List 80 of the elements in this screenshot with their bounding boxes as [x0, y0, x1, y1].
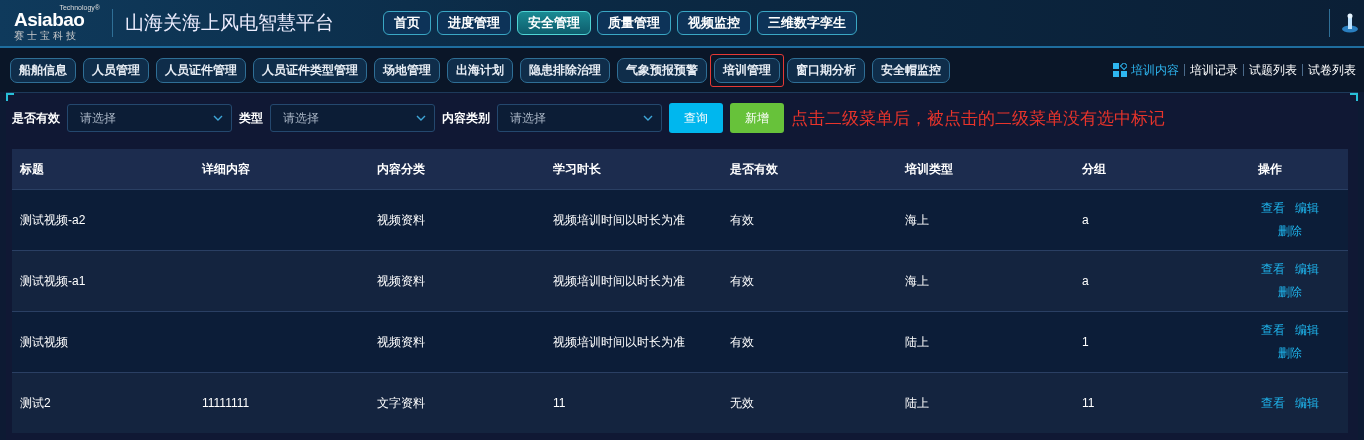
select-field[interactable]: 请选择 [67, 104, 232, 132]
table-cell: 1 [1082, 335, 1089, 349]
sub-nav-tab[interactable]: 人员管理 [82, 57, 149, 83]
column-header: 操作 [1257, 160, 1283, 178]
main-nav-tab[interactable]: 进度管理 [437, 11, 511, 35]
user-figure-icon[interactable] [1342, 13, 1358, 33]
chevron-down-icon [643, 115, 653, 121]
sub-nav-tab[interactable]: 隐患排除治理 [519, 57, 610, 83]
filter-label: 是否有效 [12, 109, 60, 127]
table-cell: 有效 [730, 273, 754, 288]
table-cell: 陆上 [905, 395, 929, 410]
table-cell: a [1082, 274, 1089, 288]
main-nav-tab[interactable]: 质量管理 [597, 11, 671, 35]
table-cell: 视频资料 [377, 212, 425, 227]
annotation-text: 点击二级菜单后，被点击的二级菜单没有选中标记 [791, 107, 1165, 130]
action-link[interactable]: 查看 [1261, 322, 1285, 339]
table-cell: 视频资料 [377, 334, 425, 349]
action-link[interactable]: 编辑 [1295, 322, 1319, 339]
column-header: 培训类型 [903, 160, 954, 178]
sub-nav-tab[interactable]: 安全帽监控 [871, 57, 950, 83]
chevron-down-icon [416, 115, 426, 121]
main-nav-tab[interactable]: 视频监控 [677, 11, 751, 35]
column-header: 内容分类 [376, 160, 426, 178]
column-header: 学习时长 [552, 160, 602, 178]
table-cell: 测试2 [20, 395, 51, 410]
page-tab[interactable]: 培训内容 [1113, 61, 1179, 79]
grid-icon [1113, 63, 1127, 77]
action-link[interactable]: 查看 [1261, 261, 1285, 278]
sub-nav-tab[interactable]: 船舶信息 [9, 57, 76, 83]
column-header: 分组 [1081, 160, 1107, 178]
main-nav-tab[interactable]: 三维数字孪生 [757, 11, 857, 35]
action-link[interactable]: 删除 [1278, 345, 1302, 362]
table-cell: 11 [553, 396, 566, 410]
action-link[interactable]: 编辑 [1295, 261, 1319, 278]
select-field[interactable]: 请选择 [497, 104, 662, 132]
table-cell: 视频资料 [377, 273, 425, 288]
sub-nav-tab[interactable]: 出海计划 [446, 57, 513, 83]
sub-nav-tab[interactable]: 气象预报预警 [616, 57, 707, 83]
sub-nav-tab[interactable]: 人员证件管理 [155, 57, 246, 83]
action-link[interactable]: 编辑 [1295, 200, 1319, 217]
table-cell: 海上 [905, 273, 929, 288]
platform-title: 山海关海上风电智慧平台 [125, 11, 335, 35]
filter-label: 内容类别 [442, 109, 490, 127]
sub-nav-tab[interactable]: 窗口期分析 [786, 57, 865, 83]
table-cell: 测试视频-a2 [20, 212, 86, 227]
action-link[interactable]: 查看 [1261, 394, 1285, 412]
table-cell: 文字资料 [377, 395, 425, 410]
column-header: 是否有效 [729, 160, 779, 178]
logo-subtitle: 赛士宝科技 [14, 28, 79, 43]
action-link[interactable]: 删除 [1278, 223, 1302, 240]
sub-nav-tab[interactable]: 人员证件类型管理 [252, 57, 367, 83]
logo-wordmark: Asiabao [14, 10, 85, 29]
table-cell: 视频培训时间以时长为准 [553, 334, 685, 349]
column-header: 详细内容 [201, 160, 251, 178]
table-cell: 11111111 [202, 396, 250, 410]
page-tab[interactable]: 试卷列表 [1308, 61, 1356, 79]
sub-nav-tab[interactable]: 场地管理 [373, 57, 440, 83]
table-cell: 海上 [905, 212, 929, 227]
main-nav-tab[interactable]: 安全管理 [517, 11, 591, 35]
filter-label: 类型 [239, 109, 263, 127]
table-cell: 陆上 [905, 334, 929, 349]
sub-nav-tab[interactable]: 培训管理 [713, 57, 780, 83]
table-cell: 视频培训时间以时长为准 [553, 273, 685, 288]
page-tab[interactable]: 试题列表 [1249, 61, 1297, 79]
table-cell: a [1082, 213, 1089, 227]
select-field[interactable]: 请选择 [270, 104, 435, 132]
table-cell: 视频培训时间以时长为准 [553, 212, 685, 227]
table-cell: 无效 [730, 395, 754, 410]
table-cell: 11 [1082, 396, 1095, 410]
main-nav-tab[interactable]: 首页 [383, 11, 431, 35]
table-cell: 测试视频 [20, 334, 68, 349]
action-link[interactable]: 删除 [1278, 284, 1302, 301]
page-tab[interactable]: 培训记录 [1190, 61, 1238, 79]
column-header: 标题 [19, 160, 45, 178]
action-link[interactable]: 查看 [1261, 200, 1285, 217]
table-cell: 测试视频-a1 [20, 273, 86, 288]
chevron-down-icon [213, 115, 223, 121]
action-link[interactable]: 编辑 [1295, 394, 1319, 412]
table-cell: 有效 [730, 334, 754, 349]
table-cell: 有效 [730, 212, 754, 227]
